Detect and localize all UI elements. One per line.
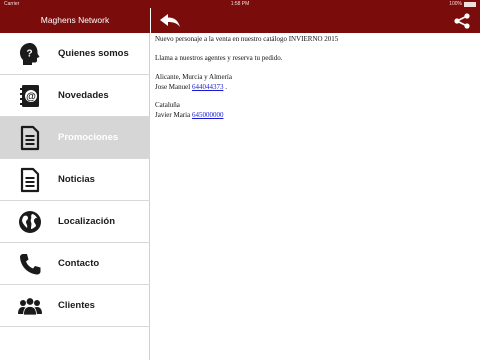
- sidebar-item-label: Novedades: [58, 90, 109, 101]
- sidebar-item-label: Localización: [58, 216, 116, 227]
- contact-line-2: Javier Maria 645000000: [155, 111, 223, 121]
- status-bar: Carrier 1:58 PM 100%: [0, 0, 480, 8]
- share-button[interactable]: [451, 11, 473, 30]
- status-time: 1:58 PM: [230, 1, 250, 7]
- contact-line-1: Jose Manuel 644044373 .: [155, 83, 227, 93]
- battery-percent: 100%: [449, 1, 462, 7]
- battery-icon: [464, 1, 476, 7]
- address-book-icon: @: [17, 83, 43, 109]
- question-head-icon: ?: [17, 41, 43, 67]
- people-icon: [17, 293, 43, 319]
- promo-headline: Nuevo personaje a la venta en nuestro ca…: [155, 35, 339, 43]
- sidebar-item-localizacion[interactable]: Localización: [0, 201, 150, 243]
- back-button[interactable]: [158, 11, 182, 30]
- sidebar-title: Maghens Network: [0, 8, 150, 33]
- contact-suffix: .: [225, 83, 227, 91]
- phone-link[interactable]: 645000000: [192, 111, 224, 119]
- contact-name: Jose Manuel: [155, 83, 191, 91]
- share-icon: [454, 12, 470, 29]
- phone-link[interactable]: 644044373: [192, 83, 224, 91]
- sidebar-item-noticias[interactable]: Noticias: [0, 159, 150, 201]
- sidebar-item-clientes[interactable]: Clientes: [0, 285, 150, 327]
- document-icon: [17, 167, 43, 193]
- region-label: Alicante, Murcia y Almería: [155, 73, 232, 81]
- promotion-content: Nuevo personaje a la venta en nuestro ca…: [155, 33, 475, 360]
- sidebar-item-label: Quienes somos: [58, 48, 129, 59]
- svg-text:?: ?: [26, 49, 32, 60]
- sidebar-menu: ? Quienes somos @ Novedades Promociones …: [0, 33, 150, 360]
- sidebar-item-label: Promociones: [58, 132, 119, 143]
- svg-text:@: @: [26, 92, 36, 103]
- back-arrow-icon: [160, 13, 180, 27]
- phone-icon: [17, 251, 43, 277]
- sidebar-item-label: Noticias: [58, 174, 95, 185]
- promo-call-to-action: Llama a nuestros agentes y reserva tu pe…: [155, 54, 283, 62]
- region-label: Cataluña: [155, 101, 180, 109]
- sidebar-item-novedades[interactable]: @ Novedades: [0, 75, 150, 117]
- globe-icon: [17, 209, 43, 235]
- contact-name: Javier Maria: [155, 111, 191, 119]
- sidebar-item-label: Clientes: [58, 300, 95, 311]
- sidebar-item-contacto[interactable]: Contacto: [0, 243, 150, 285]
- battery-indicator: 100%: [449, 0, 476, 8]
- sidebar-item-label: Contacto: [58, 258, 100, 269]
- sidebar-item-promociones[interactable]: Promociones: [0, 117, 150, 159]
- sidebar-item-quienes-somos[interactable]: ? Quienes somos: [0, 33, 150, 75]
- main-header: [151, 8, 480, 33]
- document-icon: [17, 125, 43, 151]
